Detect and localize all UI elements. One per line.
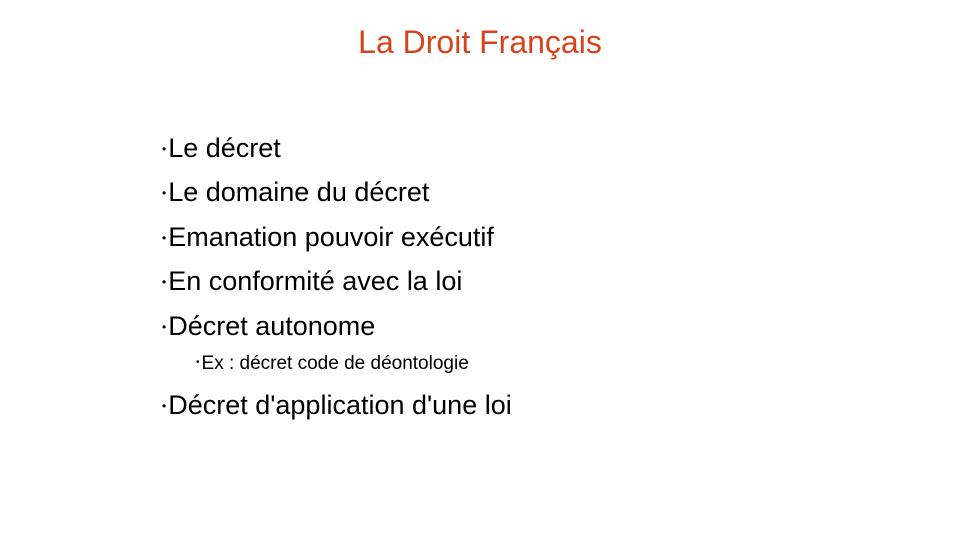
bullet-text: Décret d'application d'une loi <box>168 390 512 420</box>
bullet-icon: • <box>162 274 167 289</box>
bullet-icon: • <box>196 357 200 368</box>
sub-bullet-item: • Ex : décret code de déontologie <box>196 352 469 376</box>
bullet-item: •Décret autonome <box>162 310 375 344</box>
bullet-text: Décret autonome <box>168 311 376 341</box>
bullet-text: Le décret <box>168 133 281 163</box>
bullet-text: Emanation pouvoir exécutif <box>168 222 494 252</box>
bullet-item: •Le domaine du décret <box>162 176 429 210</box>
bullet-item: •Décret d'application d'une loi <box>162 389 512 423</box>
bullet-icon: • <box>162 319 167 334</box>
bullet-icon: • <box>162 398 167 413</box>
bullet-icon: • <box>162 185 167 200</box>
bullet-icon: • <box>162 141 167 156</box>
slide: La Droit Français •Le décret •Le domaine… <box>0 0 960 540</box>
bullet-text: En conformité avec la loi <box>168 266 463 296</box>
bullet-text: Le domaine du décret <box>168 177 430 207</box>
sub-bullet-text: Ex : décret code de déontologie <box>201 353 469 375</box>
bullet-icon: • <box>162 230 167 245</box>
bullet-item: •En conformité avec la loi <box>162 265 462 299</box>
bullet-item: •Le décret <box>162 132 281 166</box>
slide-title: La Droit Français <box>358 24 602 60</box>
bullet-item: •Emanation pouvoir exécutif <box>162 221 494 255</box>
